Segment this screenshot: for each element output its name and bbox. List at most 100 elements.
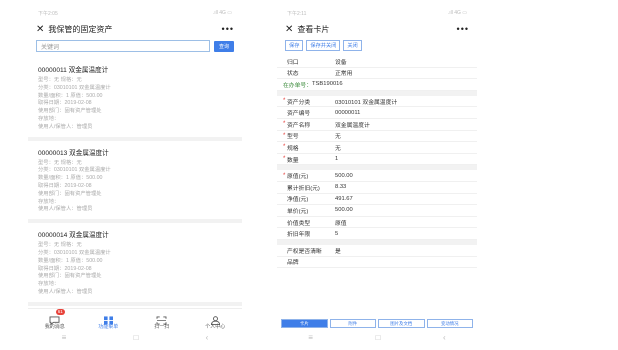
field-label: 累计折旧(元) — [287, 185, 320, 192]
field-label: 数量 — [287, 157, 299, 164]
tab-card[interactable]: 卡片 — [281, 319, 328, 328]
menu-nav-icon[interactable]: ≡ — [62, 333, 67, 342]
tab-scan[interactable]: 扫一扫 — [140, 309, 184, 330]
asset-list-item[interactable]: 00000014 双金属温度计 型号：无 规格：无 分类：03010101 双金属温… — [28, 223, 242, 306]
form-row: 归口 设备 — [277, 56, 477, 68]
form-row: * 资产分类 03010101 双金属温度计 — [277, 96, 477, 108]
save-button[interactable]: 保存 — [285, 40, 304, 51]
search-input[interactable]: 关键词 — [36, 40, 210, 52]
tab-label: 我的消息 — [44, 324, 65, 330]
close-icon[interactable]: ✕ — [285, 24, 293, 35]
status-time: 下午2:11 — [287, 10, 307, 17]
field-value[interactable]: 原值 — [335, 218, 347, 227]
asset-card-screen: 下午2:11 .ıll 4G ▭ ✕ 查看卡片 ••• 保存 保存并关闭 关闭 … — [277, 6, 477, 348]
asset-detail-line: 型号：无 规格：无 — [38, 77, 82, 83]
status-icons: .ıll 4G ▭ — [212, 10, 232, 16]
card-toolbar: 保存 保存并关闭 关闭 — [277, 38, 477, 53]
form-row: 品牌 — [277, 257, 477, 269]
back-nav-icon[interactable]: ‹ — [206, 333, 209, 342]
title-bar: ✕ 查看卡片 ••• — [277, 20, 477, 38]
close-button[interactable]: 关闭 — [343, 40, 362, 51]
tab-my-messages[interactable]: 61 我的消息 — [33, 309, 77, 330]
tab-attachments[interactable]: 附件 — [329, 319, 376, 328]
form-row: * 资产名称 双金属温度计 — [277, 119, 477, 131]
asset-detail-line: 使用人/保管人：管理员 — [38, 123, 93, 130]
tab-profile[interactable]: 个人中心 — [193, 309, 237, 330]
field-value[interactable]: 设备 — [335, 57, 347, 66]
status-time: 下午2:05 — [38, 10, 58, 17]
asset-detail-line: 存放地： — [38, 115, 60, 122]
pending-order-label: 在办单号： — [283, 82, 312, 89]
field-label: 单价(元) — [287, 208, 309, 215]
asset-list-screen: 下午2:05 .ıll 4G ▭ ✕ 我保管的固定资产 ••• 关键词 查询 0… — [28, 6, 242, 348]
asset-list: 00000011 双金属温度计 型号：无 规格：无 分类：03010101 双金属温… — [28, 58, 242, 306]
scan-icon — [156, 312, 167, 325]
form-row: 价值类型 原值 — [277, 217, 477, 229]
save-and-close-button[interactable]: 保存并关闭 — [306, 40, 341, 51]
field-value[interactable]: 是 — [335, 246, 341, 255]
tab-function-menu[interactable]: 功能菜单 — [86, 309, 130, 330]
home-nav-icon[interactable]: □ — [134, 333, 139, 342]
form-row: 状态 正常用 — [277, 68, 477, 80]
field-label: 型号 — [287, 134, 299, 141]
more-icon[interactable]: ••• — [457, 24, 469, 34]
field-value[interactable]: 500.00 — [335, 173, 353, 179]
close-icon[interactable]: ✕ — [36, 24, 44, 35]
field-value[interactable]: 正常用 — [335, 68, 352, 77]
field-value[interactable]: 无 — [335, 131, 341, 140]
status-icons: .ıll 4G ▭ — [447, 10, 467, 16]
form-row: * 规格无 — [277, 142, 477, 154]
tab-label: 扫一扫 — [154, 324, 170, 330]
field-value[interactable]: 491.67 — [335, 196, 353, 202]
field-value[interactable]: 双金属温度计 — [335, 120, 370, 129]
tab-label: 功能菜单 — [98, 324, 119, 330]
field-label: 产权是否清晰 — [287, 248, 322, 255]
asset-detail-line: 分类：03010101 双金属温度计 — [38, 84, 111, 91]
field-value[interactable]: 无 — [335, 143, 341, 152]
asset-detail-line: 使用部门：固有资产管理处 — [38, 273, 102, 280]
field-value[interactable]: 1 — [335, 156, 338, 162]
search-button[interactable]: 查询 — [214, 40, 234, 52]
unread-badge: 61 — [55, 309, 65, 315]
field-value[interactable]: 5 — [335, 231, 338, 237]
asset-title: 00000014 双金属温度计 — [38, 232, 109, 240]
form-row: 折旧年限 5 — [277, 228, 477, 240]
form-row: 累计折旧(元) 8.33 — [277, 182, 477, 194]
title-bar: ✕ 我保管的固定资产 ••• — [28, 20, 242, 38]
card-section-tabs: 卡片 附件 图片及文档 变动情况 — [281, 319, 473, 328]
grid-menu-icon — [103, 312, 114, 325]
form-row: * 型号无 — [277, 131, 477, 143]
pending-order-row: 在办单号： TSB190016 — [277, 79, 477, 91]
asset-detail-line: 取得日期：2019-02-08 — [38, 182, 92, 189]
asset-detail-line: 使用人/保管人：管理员 — [38, 206, 93, 213]
field-label: 净值(元) — [287, 197, 309, 204]
field-value[interactable]: 03010101 双金属温度计 — [335, 97, 397, 106]
tab-changes[interactable]: 变动情况 — [426, 319, 473, 328]
asset-detail-line: 使用部门：固有资产管理处 — [38, 108, 102, 115]
home-nav-icon[interactable]: □ — [376, 333, 381, 342]
asset-title: 00000013 双金属温度计 — [38, 149, 109, 157]
person-icon — [210, 312, 221, 325]
asset-list-item[interactable]: 00000011 双金属温度计 型号：无 规格：无 分类：03010101 双金属温… — [28, 58, 242, 141]
system-nav-bar: ≡ □ ‹ — [28, 330, 242, 344]
field-value[interactable]: 00000011 — [335, 110, 360, 116]
field-value[interactable]: 500.00 — [335, 207, 353, 213]
pending-order-number[interactable]: TSB190016 — [312, 81, 343, 87]
tab-images-docs[interactable]: 图片及文档 — [378, 319, 425, 328]
asset-list-item[interactable]: 00000013 双金属温度计 型号：无 规格：无 分类：03010101 双金属温… — [28, 141, 242, 224]
field-label: 品牌 — [287, 260, 299, 267]
menu-nav-icon[interactable]: ≡ — [308, 333, 313, 342]
field-label: 资产分类 — [287, 99, 311, 106]
more-icon[interactable]: ••• — [222, 24, 234, 34]
form-row: 资产编号 00000011 — [277, 107, 477, 119]
bottom-tab-bar: 61 我的消息 功能菜单 扫一扫 个人中心 — [28, 308, 242, 330]
field-label: 资产编号 — [287, 111, 311, 118]
page-title: 我保管的固定资产 — [48, 24, 113, 34]
tab-label: 个人中心 — [205, 324, 226, 330]
status-bar: 下午2:11 .ıll 4G ▭ — [277, 6, 477, 20]
field-label: 折旧年限 — [287, 232, 311, 239]
back-nav-icon[interactable]: ‹ — [443, 333, 446, 342]
field-label: 原值(元) — [287, 174, 309, 181]
field-value[interactable]: 8.33 — [335, 184, 346, 190]
asset-detail-line: 型号：无 规格：无 — [38, 242, 82, 249]
